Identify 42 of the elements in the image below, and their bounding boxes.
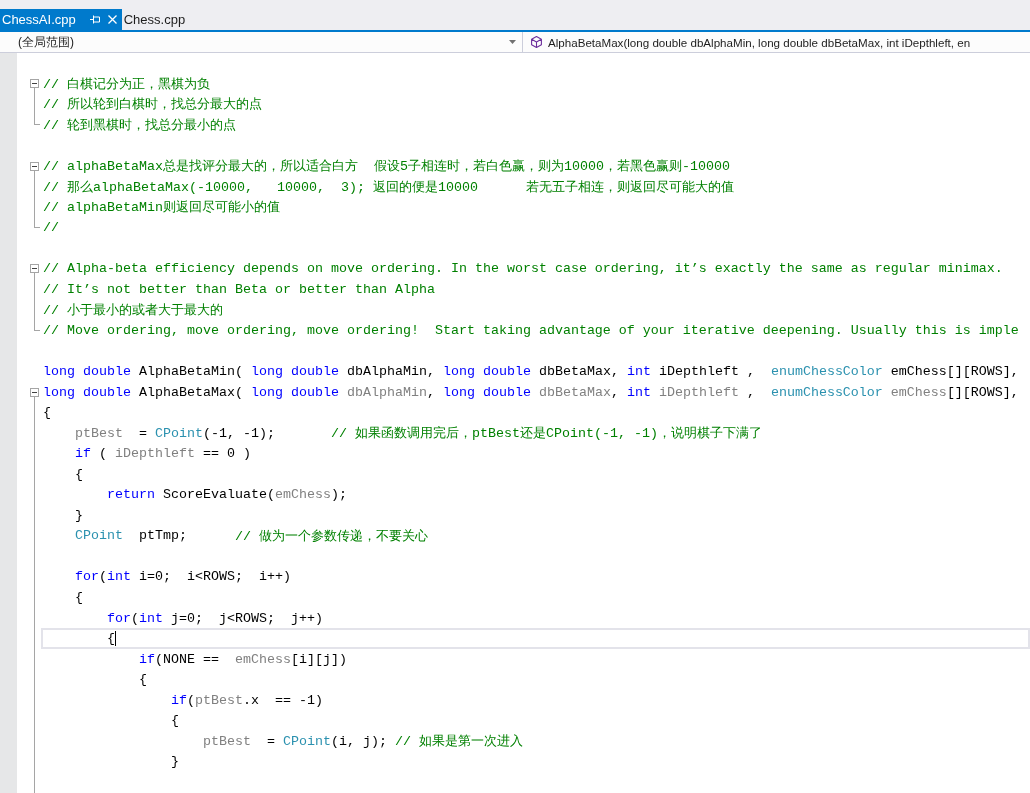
code-line: // Move ordering, move ordering, move ordering! Start taking advantage of your iterative deepening. Usually this is imple	[43, 321, 1019, 340]
code-line: if ( iDepthleft == 0 )	[74, 445, 251, 464]
code-line: ptBest = CPoint(i, j); // 如果是第一次进入	[201, 732, 523, 752]
code-line: // 那么alphaBetaMax(-10000, 10000, 3); 返回的便是10000 若无五子相连，则返回尽可能大的值	[43, 178, 734, 197]
code-line: if(NONE == emChess[i][j])	[137, 650, 347, 669]
code-line: {	[74, 589, 83, 607]
code-line: // 小于最小的或者大于最大的	[43, 301, 223, 320]
file-tab[interactable]: Chess.cpp	[121, 9, 205, 30]
code-line: }	[169, 753, 179, 772]
code-line: {	[43, 404, 51, 423]
code-line: // Alpha-beta efficiency depends on move ordering. In the worst case ordering, it’s exactly the same as regular minimax.	[43, 260, 1003, 279]
code-line: // 轮到黑棋时，找总分最小的点	[43, 116, 236, 135]
code-line: {	[169, 712, 179, 731]
code-line: //	[43, 219, 59, 238]
code-line: // alphaBetaMin则返回尽可能小的值	[43, 199, 280, 218]
code-line: return ScoreEvaluate(emChess);	[106, 486, 347, 505]
code-line: // alphaBetaMax总是找评分最大的，所以适合白方 假设5子相连时，若白色赢，则为10000，若黑色赢则-10000	[43, 158, 730, 176]
code-line: // 所以轮到白棋时，找总分最大的点	[43, 96, 262, 115]
file-tab[interactable]: ChessAI.cpp	[0, 9, 122, 30]
pin-icon[interactable]	[89, 15, 100, 24]
minus-box-icon[interactable]	[30, 387, 39, 397]
cube-icon	[531, 36, 542, 48]
code-line: }	[74, 506, 83, 525]
code-line: long double AlphaBetaMax( long double dbAlphaMin, long double dbBetaMax, int iDepthleft , enumChessColor emChess[][ROWS],	[43, 383, 1019, 402]
minus-box-icon[interactable]	[30, 264, 39, 274]
code-line: // 白棋记分为正，黑棋为负	[43, 75, 210, 94]
minus-box-icon[interactable]	[30, 79, 39, 89]
code-line: for(int i=0; i<ROWS; i++)	[74, 568, 291, 587]
text-cursor	[115, 631, 116, 647]
code-line: {	[137, 671, 147, 690]
code-line: long double AlphaBetaMin( long double dbAlphaMin, long double dbBetaMax, int iDepthleft , enumChessColor emChess[][ROWS],	[43, 362, 1019, 381]
code-line: for(int j=0; j<ROWS; j++)	[106, 609, 323, 628]
minus-box-icon[interactable]	[30, 161, 39, 171]
code-line: if(ptBest.x == -1)	[169, 691, 323, 710]
scope-dropdown[interactable]: (全局范围)	[0, 32, 523, 52]
member-dropdown[interactable]: AlphaBetaMax(long double dbAlphaMin, long double dbBetaMax, int iDepthleft, en	[523, 32, 1030, 52]
code-line: // It’s not better than Beta or better than Alpha	[43, 280, 435, 299]
caret-icon[interactable]	[509, 40, 516, 44]
close-icon[interactable]	[107, 15, 117, 24]
code-line: {	[74, 465, 83, 484]
code-line: CPoint ptTmp; // 做为一个参数传递，不要关心	[74, 527, 428, 546]
code-line: ptBest = CPoint(-1, -1); // 如果函数调用完后，ptBest还是CPoint(-1, -1)，说明棋子下满了	[74, 424, 762, 444]
